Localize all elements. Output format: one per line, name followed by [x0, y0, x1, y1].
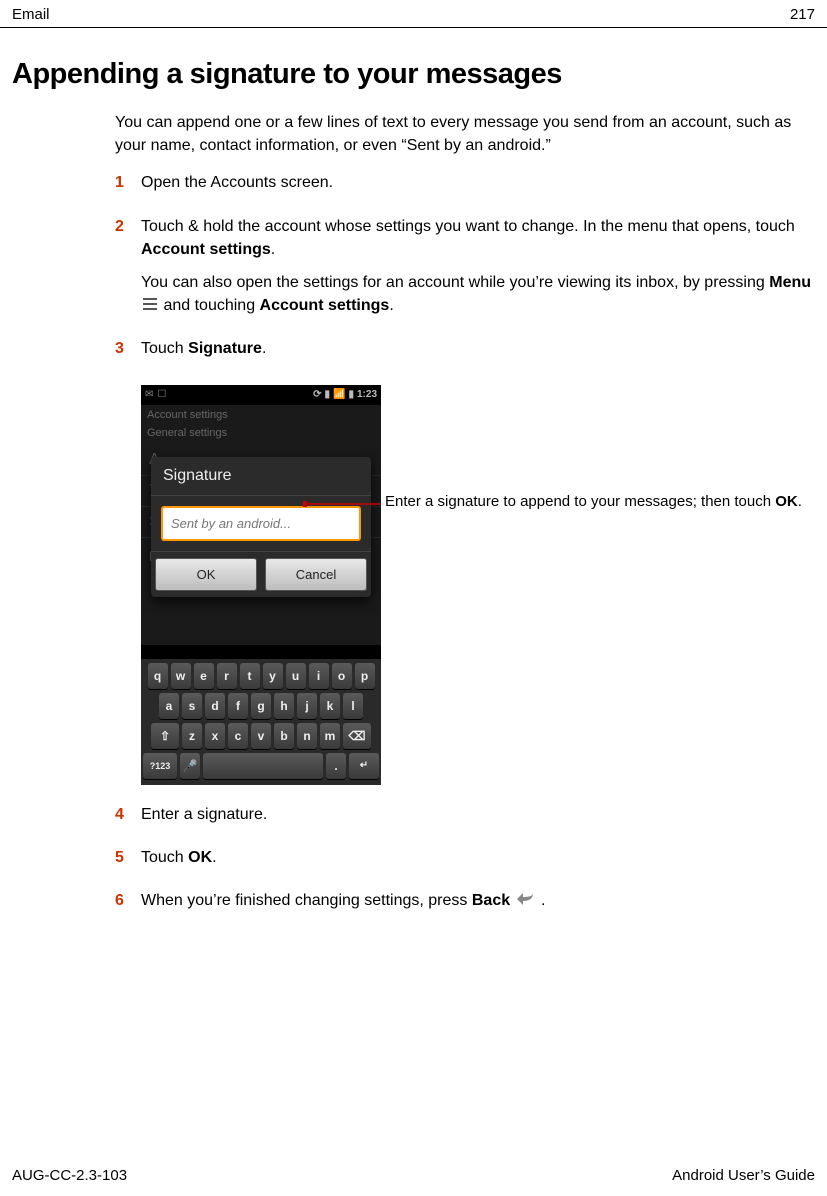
step-number: 2: [115, 215, 141, 328]
step-body: Enter a signature.: [141, 803, 815, 836]
callout-line-icon: [303, 498, 385, 510]
screen-title: Account settings: [141, 405, 381, 425]
step-text: Enter a signature.: [141, 803, 815, 826]
key-x[interactable]: x: [205, 723, 225, 749]
page-header: Email 217: [0, 0, 827, 28]
keyboard-row-1: q w e r t y u i o p: [143, 663, 379, 689]
dialog-button-row: OK Cancel: [151, 551, 371, 597]
step-2: 2 Touch & hold the account whose setting…: [115, 215, 815, 328]
key-w[interactable]: w: [171, 663, 191, 689]
page-number: 217: [790, 6, 815, 23]
key-f[interactable]: f: [228, 693, 248, 719]
dialog-title: Signature: [151, 457, 371, 496]
key-space[interactable]: [203, 753, 323, 779]
step-text: When you’re finished changing settings, …: [141, 889, 815, 912]
key-t[interactable]: t: [240, 663, 260, 689]
key-period[interactable]: .: [326, 753, 346, 779]
key-symbols[interactable]: ?123: [143, 753, 177, 779]
back-icon: [517, 889, 535, 912]
step-4: 4 Enter a signature.: [115, 803, 815, 836]
doc-title: Android User’s Guide: [672, 1167, 815, 1184]
step-text: Open the Accounts screen.: [141, 171, 815, 194]
step-number: 5: [115, 846, 141, 879]
step-number: 6: [115, 889, 141, 922]
key-c[interactable]: c: [228, 723, 248, 749]
step-text-extra: You can also open the settings for an ac…: [141, 271, 815, 318]
step-text: Touch OK.: [141, 846, 815, 869]
callout: Enter a signature to append to your mess…: [381, 492, 815, 512]
step-3: 3 Touch Signature.: [115, 337, 815, 370]
key-y[interactable]: y: [263, 663, 283, 689]
key-mic[interactable]: 🎤: [180, 753, 200, 779]
keyboard-row-4: ?123 🎤 . ↵: [143, 753, 379, 779]
key-p[interactable]: p: [355, 663, 375, 689]
menu-icon: [143, 294, 157, 317]
status-right-icons: ⟳ ▮ 📶 ▮ 1:23: [313, 389, 377, 400]
step-body: Touch OK.: [141, 846, 815, 879]
intro-paragraph: You can append one or a few lines of tex…: [115, 111, 815, 157]
step-body: Touch Signature.: [141, 337, 815, 370]
key-l[interactable]: l: [343, 693, 363, 719]
cancel-button[interactable]: Cancel: [265, 558, 367, 591]
step-body: Open the Accounts screen.: [141, 171, 815, 204]
key-g[interactable]: g: [251, 693, 271, 719]
sync-icon: ⟳: [313, 389, 321, 400]
step-text: Touch Signature.: [141, 337, 815, 360]
keyboard: q w e r t y u i o p a s d f g h: [141, 659, 381, 785]
step-body: Touch & hold the account whose settings …: [141, 215, 815, 328]
chapter-label: Email: [12, 6, 50, 23]
key-u[interactable]: u: [286, 663, 306, 689]
step-6: 6 When you’re finished changing settings…: [115, 889, 815, 922]
clock: 1:23: [357, 389, 377, 400]
key-backspace[interactable]: ⌫: [343, 723, 371, 749]
key-shift[interactable]: ⇧: [151, 723, 179, 749]
step-1: 1 Open the Accounts screen.: [115, 171, 815, 204]
key-s[interactable]: s: [182, 693, 202, 719]
status-left-icons: ✉ ☐: [145, 389, 166, 400]
signature-dialog: Signature Sent by an android... OK Cance…: [151, 457, 371, 597]
key-q[interactable]: q: [148, 663, 168, 689]
key-i[interactable]: i: [309, 663, 329, 689]
key-z[interactable]: z: [182, 723, 202, 749]
content-area: You can append one or a few lines of tex…: [0, 111, 827, 922]
step-5: 5 Touch OK.: [115, 846, 815, 879]
step-number: 1: [115, 171, 141, 204]
ok-button[interactable]: OK: [155, 558, 257, 591]
doc-id: AUG-CC-2.3-103: [12, 1167, 127, 1184]
screen-subtitle: General settings: [141, 425, 381, 445]
key-d[interactable]: d: [205, 693, 225, 719]
step-text: Touch & hold the account whose settings …: [141, 215, 815, 261]
key-b[interactable]: b: [274, 723, 294, 749]
page-footer: AUG-CC-2.3-103 Android User’s Guide: [0, 1167, 827, 1196]
key-r[interactable]: r: [217, 663, 237, 689]
key-m[interactable]: m: [320, 723, 340, 749]
step-number: 4: [115, 803, 141, 836]
key-a[interactable]: a: [159, 693, 179, 719]
key-k[interactable]: k: [320, 693, 340, 719]
status-bar: ✉ ☐ ⟳ ▮ 📶 ▮ 1:23: [141, 385, 381, 405]
figure: ✉ ☐ ⟳ ▮ 📶 ▮ 1:23 Account settings Genera…: [141, 385, 815, 785]
key-o[interactable]: o: [332, 663, 352, 689]
keyboard-row-2: a s d f g h j k l: [143, 693, 379, 719]
key-j[interactable]: j: [297, 693, 317, 719]
step-body: When you’re finished changing settings, …: [141, 889, 815, 922]
step-number: 3: [115, 337, 141, 370]
key-e[interactable]: e: [194, 663, 214, 689]
key-n[interactable]: n: [297, 723, 317, 749]
mail-icon: ✉: [145, 389, 153, 400]
battery-icon: ▮: [348, 389, 354, 400]
key-h[interactable]: h: [274, 693, 294, 719]
dimmed-background: Account settings General settings A Y S …: [141, 405, 381, 645]
keyboard-row-3: ⇧ z x c v b n m ⌫: [143, 723, 379, 749]
page-title: Appending a signature to your messages: [0, 28, 827, 111]
phone-screenshot: ✉ ☐ ⟳ ▮ 📶 ▮ 1:23 Account settings Genera…: [141, 385, 381, 785]
signal-icon: 📶: [333, 389, 345, 400]
notification-icon: ☐: [157, 389, 166, 400]
signature-input[interactable]: Sent by an android...: [161, 506, 361, 541]
signal-icon: ▮: [325, 389, 331, 400]
key-v[interactable]: v: [251, 723, 271, 749]
key-enter[interactable]: ↵: [349, 753, 379, 779]
callout-text: Enter a signature to append to your mess…: [381, 492, 815, 512]
